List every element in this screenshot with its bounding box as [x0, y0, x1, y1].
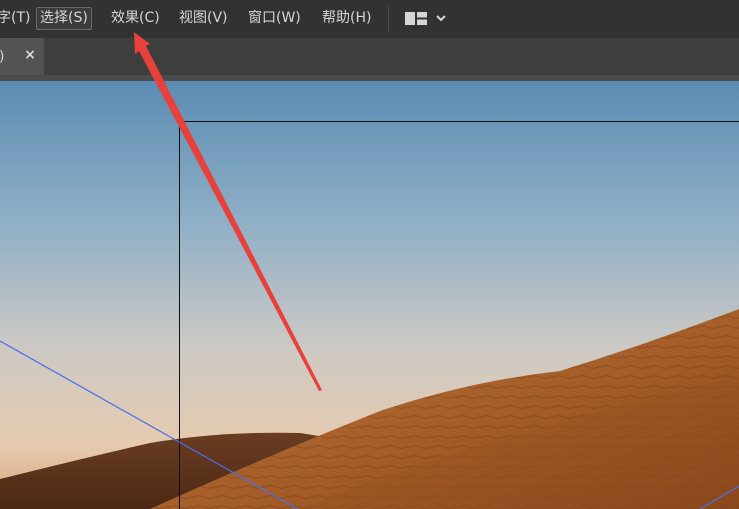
artboard-canvas[interactable]	[0, 81, 739, 509]
document-tab[interactable]: ) ×	[0, 38, 44, 75]
document-tab-label: )	[0, 47, 4, 67]
desert-dunes-photo	[0, 81, 739, 509]
menu-bar: 字(T) 选择(S) 效果(C) 视图(V) 窗口(W) 帮助(H)	[0, 0, 739, 38]
close-icon[interactable]: ×	[22, 45, 38, 65]
illustrator-window: 字(T) 选择(S) 效果(C) 视图(V) 窗口(W) 帮助(H) ) ×	[0, 0, 739, 509]
document-tab-bar: ) ×	[0, 38, 739, 75]
menu-window[interactable]: 窗口(W)	[245, 7, 304, 30]
menu-select[interactable]: 选择(S)	[36, 7, 92, 30]
chevron-down-icon	[436, 15, 446, 22]
menu-type[interactable]: 字(T)	[0, 7, 33, 30]
menu-separator	[388, 6, 389, 32]
workspace-layout-icon	[405, 12, 446, 25]
workspace-switcher-button[interactable]	[400, 6, 452, 32]
menu-view[interactable]: 视图(V)	[176, 7, 231, 30]
menu-effect[interactable]: 效果(C)	[108, 7, 163, 30]
menu-help[interactable]: 帮助(H)	[319, 7, 374, 30]
